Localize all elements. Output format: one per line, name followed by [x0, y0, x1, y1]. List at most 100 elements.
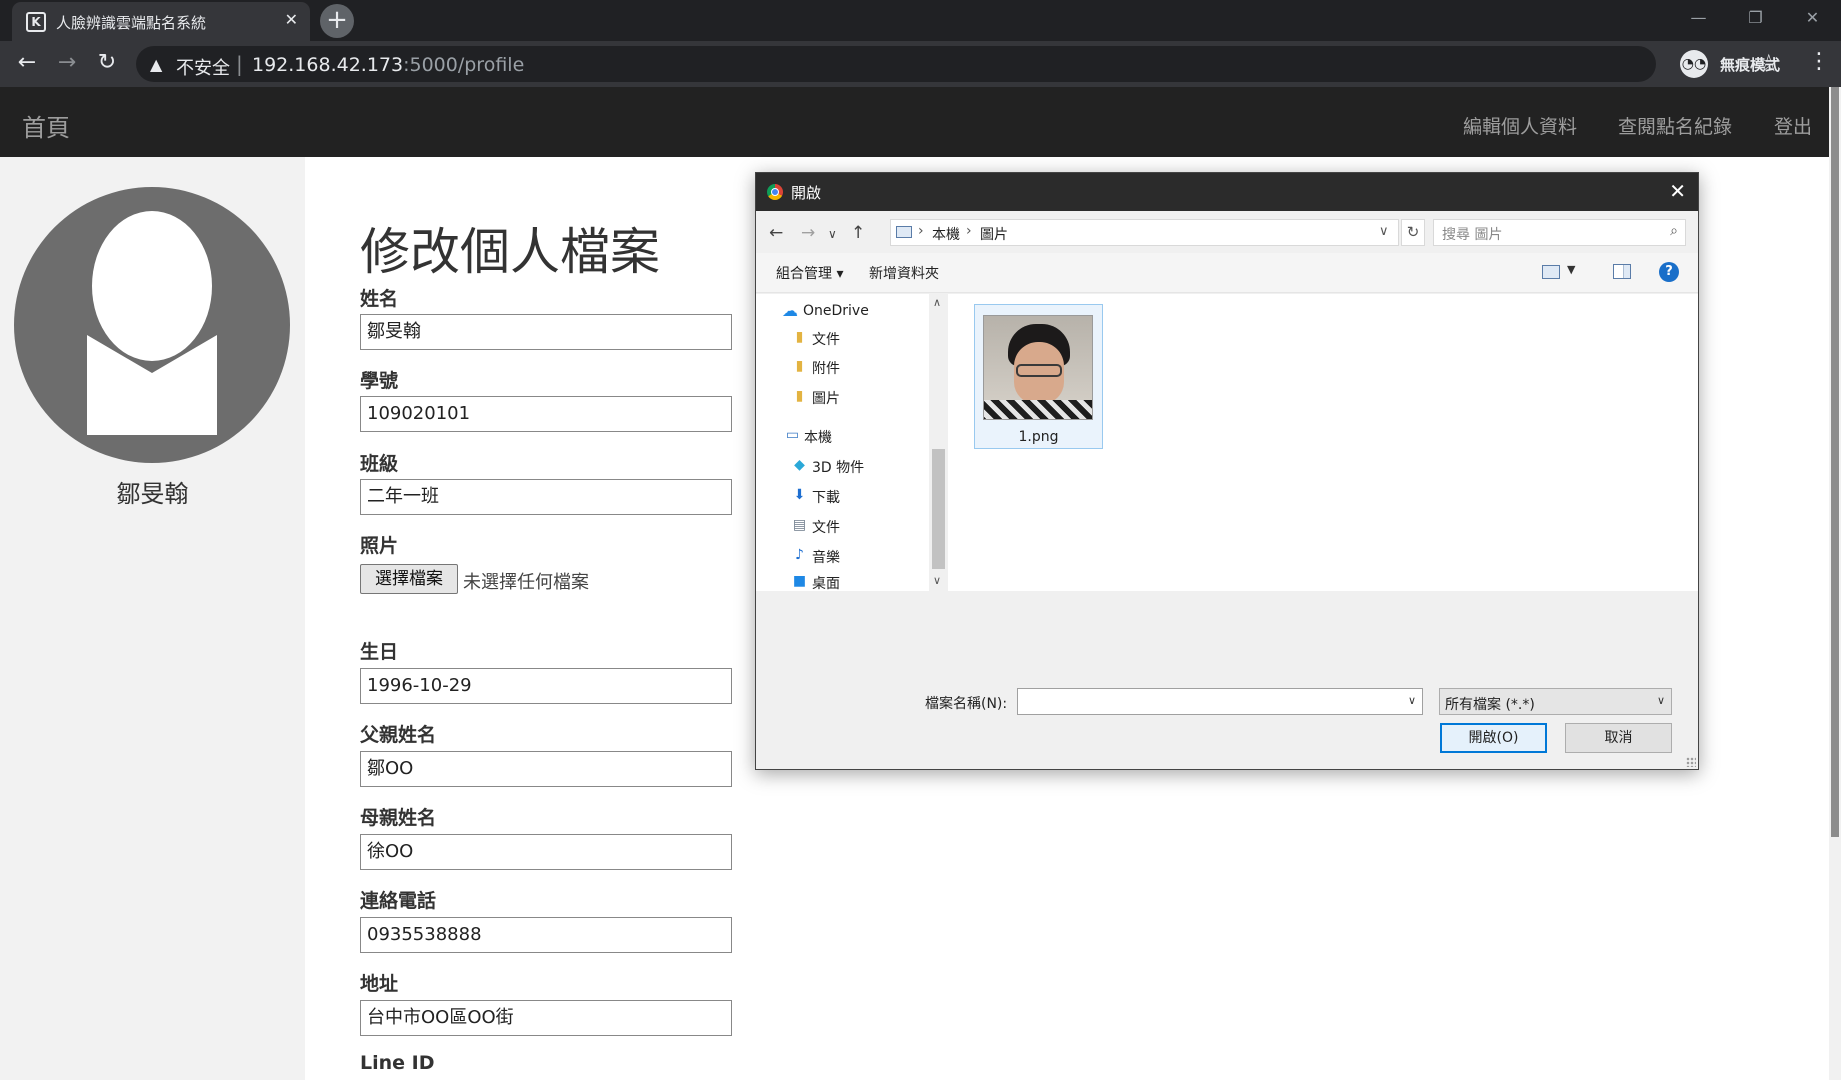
new-tab-button[interactable]: + — [320, 4, 354, 38]
choose-file-button[interactable]: 選擇檔案 — [360, 564, 458, 594]
nav-item-music[interactable]: ♪ 音樂 — [756, 542, 929, 570]
nav-item-this-pc[interactable]: ▭ 本機 — [756, 422, 929, 450]
nav-home-link[interactable]: 首頁 — [22, 108, 70, 143]
close-tab-icon[interactable]: ✕ — [285, 10, 298, 29]
dialog-refresh-button[interactable]: ↻ — [1401, 219, 1425, 246]
new-folder-button[interactable]: 新增資料夾 — [869, 263, 939, 283]
browser-menu-icon[interactable]: ⋮ — [1808, 49, 1830, 74]
dialog-navigation-pane: ☁ OneDrive ▮ 文件 ▮ 附件 ▮ 圖片 ▭ 本機 ◆ 3D 物件 ⬇… — [756, 294, 929, 591]
resize-grip-icon[interactable] — [1686, 757, 1696, 767]
navigation-pane-scrollbar[interactable]: ∧ ∨ — [930, 294, 947, 591]
page-scrollbar-thumb[interactable] — [1831, 87, 1839, 837]
view-options-dropdown-icon[interactable]: ▼ — [1567, 263, 1575, 276]
scroll-up-icon[interactable]: ∧ — [933, 296, 941, 309]
nav-attendance-records-link[interactable]: 查閱點名紀錄 — [1618, 112, 1732, 139]
scroll-down-icon[interactable]: ∨ — [933, 574, 941, 587]
thumbnail-shirt-shape — [984, 400, 1092, 419]
url-separator: | — [236, 52, 243, 76]
nav-item-label: OneDrive — [803, 303, 869, 319]
line-id-label: Line ID — [360, 1052, 435, 1074]
class-field[interactable]: 二年一班 — [360, 479, 732, 515]
birthday-field[interactable]: 1996-10-29 — [360, 668, 732, 704]
nav-item-label: 本機 — [804, 430, 832, 446]
url-text[interactable]: 192.168.42.173:5000/profile — [252, 54, 524, 76]
address-label: 地址 — [360, 973, 399, 995]
dialog-back-icon[interactable]: ← — [769, 223, 783, 243]
dialog-title: 開啟 — [791, 184, 822, 202]
address-field[interactable]: 台中市OO區OO街 — [360, 1000, 732, 1036]
file-name: 1.png — [1018, 429, 1059, 445]
breadcrumb-separator-icon: › — [966, 223, 972, 239]
nav-edit-profile-link[interactable]: 編輯個人資料 — [1463, 112, 1577, 139]
browser-tab[interactable]: K 人臉辨識雲端點名系統 ✕ — [12, 2, 310, 41]
browser-toolbar: ← → ↻ ▲ 不安全 | 192.168.42.173:5000/profil… — [0, 41, 1841, 87]
incognito-label: 無痕模式 — [1720, 56, 1781, 74]
file-item[interactable]: 1.png — [974, 304, 1103, 449]
dialog-forward-icon[interactable]: → — [801, 223, 815, 243]
dialog-search-input[interactable]: 搜尋 圖片 ⌕ — [1433, 219, 1686, 246]
photo-label: 照片 — [360, 535, 399, 557]
student-id-field[interactable]: 109020101 — [360, 396, 732, 432]
address-dropdown-chevron-icon[interactable]: ∨ — [1379, 224, 1389, 239]
organize-menu-button[interactable]: 組合管理 ▾ — [776, 263, 843, 283]
filename-input[interactable]: ∨ — [1017, 688, 1423, 715]
mother-name-label: 母親姓名 — [360, 807, 437, 829]
restore-window-icon[interactable]: ❐ — [1727, 0, 1784, 37]
nav-item-attachments[interactable]: ▮ 附件 — [756, 353, 929, 381]
name-label: 姓名 — [360, 288, 399, 310]
reload-icon[interactable]: ↻ — [92, 49, 122, 79]
father-name-label: 父親姓名 — [360, 724, 437, 746]
nav-item-3d-objects[interactable]: ◆ 3D 物件 — [756, 452, 929, 480]
nav-item-downloads[interactable]: ⬇ 下載 — [756, 482, 929, 510]
computer-icon: ▭ — [785, 427, 800, 443]
dialog-search-placeholder: 搜尋 圖片 — [1442, 227, 1503, 243]
security-status[interactable]: 不安全 — [176, 54, 230, 80]
incognito-indicator[interactable]: ◔◔ 無痕模式 — [1680, 50, 1788, 80]
nav-logout-link[interactable]: 登出 — [1774, 112, 1812, 139]
site-navbar: 首頁 編輯個人資料 查閱點名紀錄 登出 — [0, 87, 1829, 157]
phone-field[interactable]: 0935538888 — [360, 917, 732, 953]
dialog-address-bar[interactable]: › 本機 › 圖片 ∨ — [890, 219, 1399, 246]
dialog-up-icon[interactable]: ↑ — [851, 223, 865, 243]
nav-item-onedrive-pictures[interactable]: ▮ 圖片 — [756, 383, 929, 411]
back-arrow-icon[interactable]: ← — [12, 49, 42, 79]
nav-item-onedrive-documents[interactable]: ▮ 文件 — [756, 324, 929, 352]
nav-item-label: 3D 物件 — [812, 460, 865, 476]
cancel-button[interactable]: 取消 — [1565, 723, 1672, 753]
name-field[interactable]: 鄒旻翰 — [360, 314, 732, 350]
forward-arrow-icon[interactable]: → — [52, 49, 82, 79]
dialog-close-icon[interactable]: ✕ — [1669, 179, 1686, 203]
cloud-icon: ☁ — [782, 301, 798, 320]
class-label: 班級 — [360, 453, 399, 475]
breadcrumb-pictures[interactable]: 圖片 — [980, 224, 1008, 244]
recent-locations-chevron-icon[interactable]: ∨ — [828, 227, 837, 241]
nav-item-label: 文件 — [812, 520, 840, 536]
address-bar[interactable]: ▲ 不安全 | 192.168.42.173:5000/profile ☆ — [136, 46, 1780, 82]
nav-item-documents[interactable]: ▤ 文件 — [756, 512, 929, 540]
navigation-pane-scroll-thumb[interactable] — [932, 449, 945, 569]
file-type-select[interactable]: 所有檔案 (*.*) ∨ — [1439, 688, 1672, 715]
close-window-icon[interactable]: ✕ — [1784, 0, 1841, 37]
father-name-field[interactable]: 鄒OO — [360, 751, 732, 787]
dialog-titlebar[interactable]: 開啟 ✕ — [756, 173, 1698, 211]
nav-item-onedrive[interactable]: ☁ OneDrive — [756, 298, 929, 326]
folder-icon: ▮ — [795, 329, 804, 345]
help-icon[interactable]: ? — [1659, 262, 1679, 282]
minimize-window-icon[interactable]: — — [1670, 0, 1727, 37]
warning-icon[interactable]: ▲ — [150, 55, 162, 74]
avatar — [14, 187, 290, 463]
search-icon[interactable]: ⌕ — [1670, 223, 1678, 239]
tab-title: 人臉辨識雲端點名系統 — [56, 14, 207, 32]
file-type-dropdown-icon: ∨ — [1656, 694, 1665, 707]
preview-pane-icon[interactable] — [1613, 264, 1631, 279]
filename-history-dropdown-icon[interactable]: ∨ — [1408, 694, 1416, 707]
open-button[interactable]: 開啟(O) — [1440, 723, 1547, 753]
breadcrumb-this-pc[interactable]: 本機 — [932, 224, 960, 244]
change-view-icon[interactable] — [1542, 265, 1560, 279]
dialog-command-bar: 組合管理 ▾ 新增資料夾 ▼ ? — [756, 253, 1698, 293]
nav-item-label: 桌面 — [812, 576, 840, 591]
profile-display-name: 鄒旻翰 — [116, 480, 189, 508]
mother-name-field[interactable]: 徐OO — [360, 834, 732, 870]
nav-item-desktop[interactable]: ■ 桌面 — [756, 572, 929, 591]
student-id-label: 學號 — [360, 370, 399, 392]
